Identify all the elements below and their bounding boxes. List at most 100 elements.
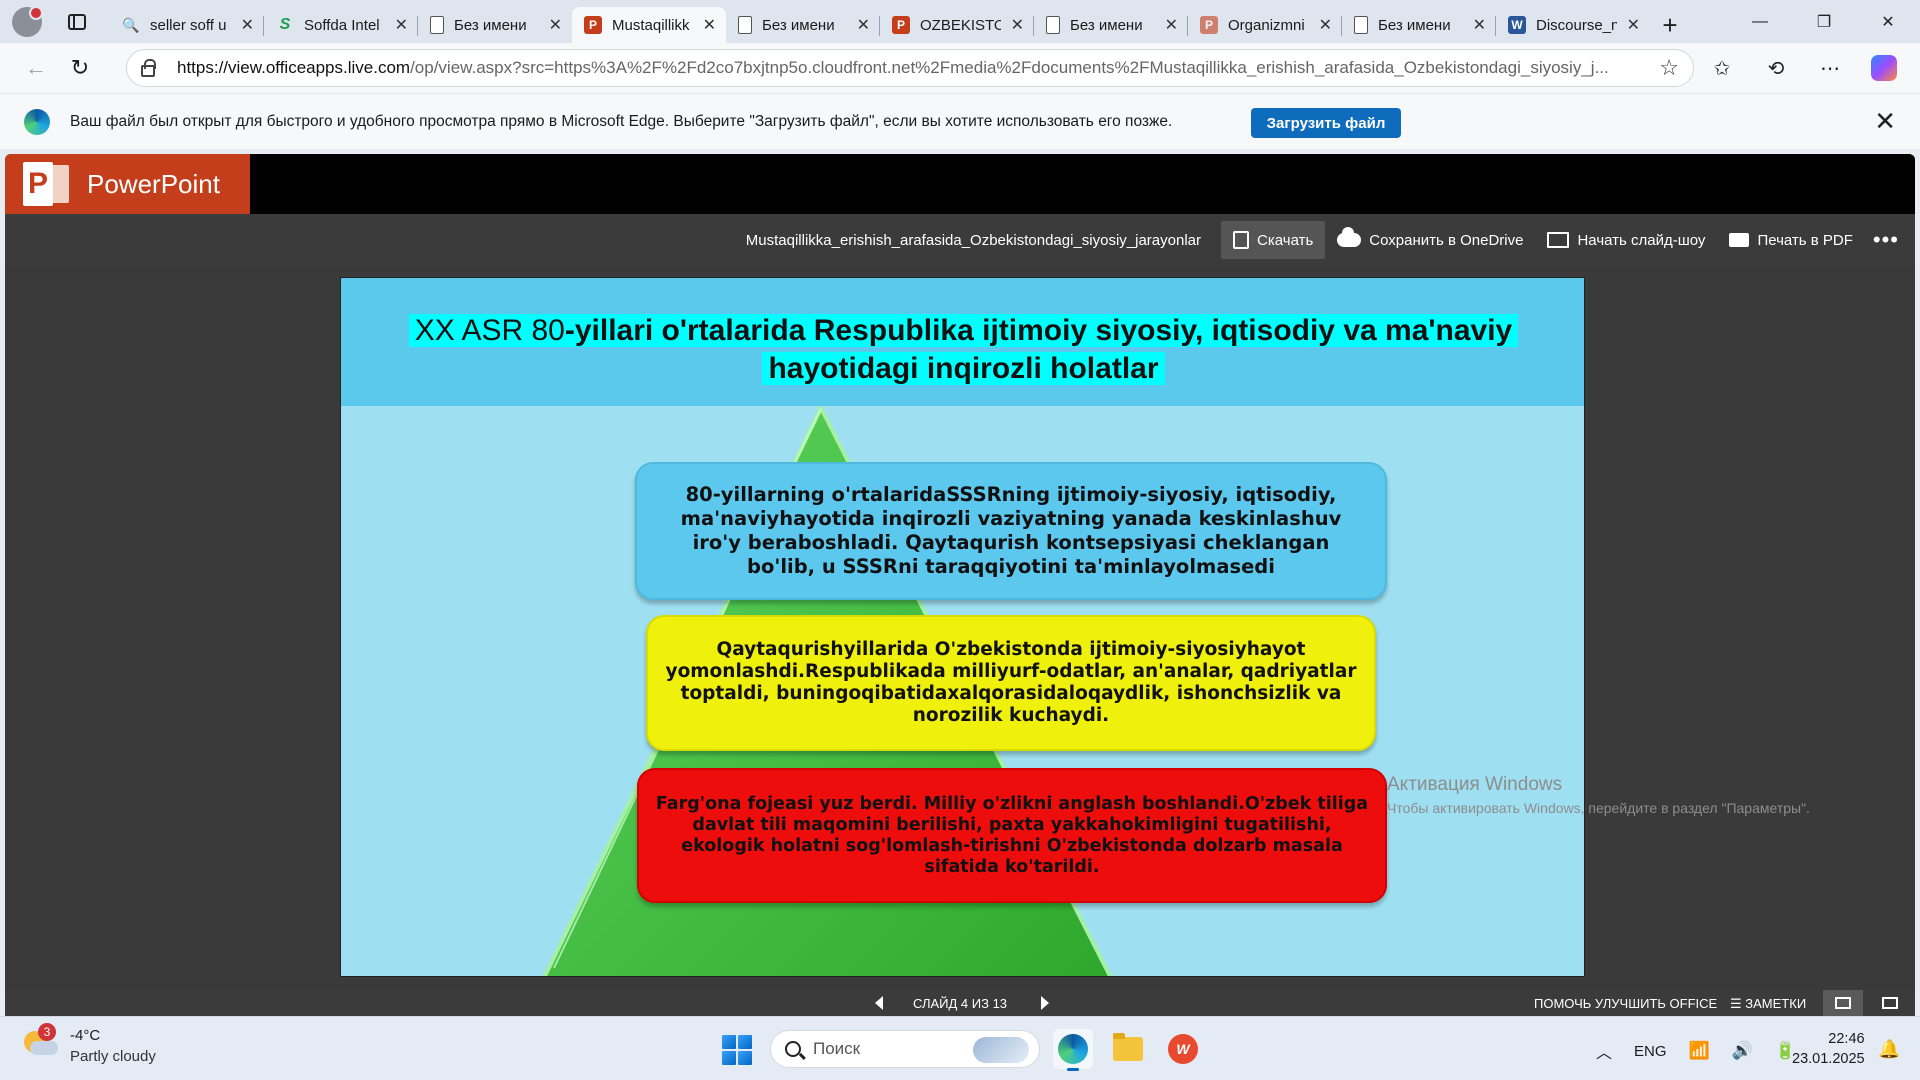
notes-button[interactable]: ☰ ЗАМЕТКИ: [1730, 996, 1806, 1012]
save-onedrive-button[interactable]: Сохранить в OneDrive: [1325, 221, 1535, 259]
tab-9[interactable]: W Discourse_n ✕: [1496, 7, 1650, 43]
taskbar-wps[interactable]: W: [1163, 1029, 1203, 1069]
start-button[interactable]: [722, 1035, 752, 1065]
clock-date: 23.01.2025: [1792, 1051, 1865, 1067]
tab-3-active[interactable]: P Mustaqillikk ✕: [572, 7, 726, 43]
tabstrip-left: [0, 0, 110, 43]
notes-label: ЗАМЕТКИ: [1745, 996, 1807, 1011]
brand-bar: P PowerPoint: [5, 154, 1915, 214]
tab-close-icon[interactable]: ✕: [549, 15, 562, 35]
box-middle-text: Qaytaqurishyillarida O'zbekistonda ijtim…: [665, 639, 1357, 726]
history-icon[interactable]: ⟲: [1754, 48, 1798, 88]
tab-8[interactable]: Без имени ✕: [1342, 7, 1496, 43]
tab-6[interactable]: Без имени ✕: [1034, 7, 1188, 43]
print-pdf-button[interactable]: Печать в PDF: [1717, 221, 1864, 259]
partly-cloudy-icon: 3: [22, 1023, 58, 1057]
prev-slide-icon[interactable]: [875, 996, 883, 1010]
taskbar-edge[interactable]: [1053, 1029, 1093, 1071]
info-message: Ваш файл был открыт для быстрого и удобн…: [70, 112, 1173, 130]
close-icon[interactable]: ✕: [1874, 106, 1896, 137]
system-tray: ︿ ENG 📶 🔊 🔋: [1596, 1039, 1796, 1063]
notification-bell-icon[interactable]: 🔔: [1878, 1039, 1900, 1060]
favorites-icon[interactable]: ✩: [1700, 48, 1744, 88]
search-highlight-image: [973, 1037, 1029, 1063]
tab-close-icon[interactable]: ✕: [1165, 15, 1178, 35]
weather-badge: 3: [38, 1023, 56, 1041]
tab-title: Без имени: [1070, 16, 1143, 34]
slideshow-icon: [1547, 232, 1570, 248]
help-improve-office-link[interactable]: ПОМОЧЬ УЛУЧШИТЬ OFFICE: [1534, 996, 1717, 1011]
tab-close-icon[interactable]: ✕: [241, 15, 254, 35]
tab-title: Discourse_n: [1536, 16, 1617, 34]
download-file-button[interactable]: Загрузить файл: [1251, 108, 1401, 138]
url-path: /op/view.aspx?src=https%3A%2F%2Fd2co7bxj…: [410, 58, 1609, 77]
minimize-icon[interactable]: —: [1728, 0, 1792, 43]
tab-strip: 🔍 seller soff u ✕ S Soffda Intel ✕ Без и…: [0, 0, 1920, 43]
taskbar-search[interactable]: Поиск: [770, 1030, 1040, 1068]
tab-close-icon[interactable]: ✕: [1011, 15, 1024, 35]
language-indicator[interactable]: ENG: [1634, 1043, 1667, 1060]
download-button[interactable]: Скачать: [1221, 221, 1326, 259]
settings-more-icon[interactable]: ⋯: [1808, 48, 1852, 88]
document-icon: [1046, 16, 1060, 34]
watermark-subtitle: Чтобы активировать Windows, перейдите в …: [1387, 800, 1810, 816]
next-slide-icon[interactable]: [1041, 996, 1049, 1010]
chevron-up-icon[interactable]: ︿: [1596, 1039, 1612, 1063]
favorite-star-icon[interactable]: ☆: [1659, 55, 1679, 81]
weather-widget[interactable]: 3 -4°C Partly cloudy: [22, 1023, 156, 1065]
tab-title: Soffda Intel: [304, 16, 380, 34]
clock-time: 22:46: [1828, 1031, 1865, 1047]
close-window-icon[interactable]: ✕: [1856, 0, 1920, 43]
weather-temp: -4°C: [70, 1027, 101, 1044]
tab-close-icon[interactable]: ✕: [1627, 15, 1640, 35]
slideshow-label: Начать слайд-шоу: [1577, 231, 1706, 249]
powerpoint-logo-icon: P: [23, 162, 69, 206]
new-tab-button[interactable]: +: [1650, 7, 1690, 43]
tab-1[interactable]: S Soffda Intel ✕: [264, 7, 418, 43]
tab-close-icon[interactable]: ✕: [1473, 15, 1486, 35]
reading-view-button[interactable]: [1823, 990, 1863, 1016]
start-slideshow-button[interactable]: Начать слайд-шоу: [1535, 221, 1717, 259]
tab-close-icon[interactable]: ✕: [703, 15, 716, 35]
back-arrow-icon[interactable]: ←: [14, 48, 58, 88]
refresh-icon[interactable]: ↻: [58, 48, 102, 88]
profile-avatar[interactable]: [12, 5, 43, 37]
slide-title-main: -yillari o'rtalarida Respublika ijtimoiy…: [564, 314, 1513, 385]
tab-close-icon[interactable]: ✕: [857, 15, 870, 35]
powerpoint-icon: P: [892, 16, 910, 34]
pyramid-box-top: 80-yillarning o'rtalaridaSSSRning ijtimo…: [635, 462, 1387, 600]
tab-2[interactable]: Без имени ✕: [418, 7, 572, 43]
restore-icon[interactable]: ❐: [1792, 0, 1856, 43]
more-options-icon[interactable]: •••: [1873, 227, 1899, 253]
slide-title: XX ASR 80-yillari o'rtalarida Respublika…: [408, 314, 1519, 385]
tab-4[interactable]: Без имени ✕: [726, 7, 880, 43]
tab-close-icon[interactable]: ✕: [1319, 15, 1332, 35]
search-icon: 🔍: [122, 16, 140, 33]
url-text[interactable]: https://view.officeapps.live.com/op/view…: [177, 58, 1659, 78]
powerpoint-brand[interactable]: P PowerPoint: [5, 154, 250, 214]
tab-title: seller soff u: [150, 16, 227, 34]
tab-5[interactable]: P OZBEKISTO ✕: [880, 7, 1034, 43]
pyramid-box-middle: Qaytaqurishyillarida O'zbekistonda ijtim…: [646, 615, 1376, 751]
screen-icon: [1882, 997, 1898, 1009]
clock[interactable]: 22:46 23.01.2025: [1792, 1029, 1865, 1069]
word-icon: W: [1508, 16, 1526, 34]
slide-title-prefix: XX ASR 80: [414, 314, 565, 347]
taskbar-file-explorer[interactable]: [1108, 1029, 1148, 1069]
save-onedrive-label: Сохранить в OneDrive: [1369, 231, 1524, 249]
wifi-icon[interactable]: 📶: [1689, 1041, 1710, 1061]
lock-icon[interactable]: [141, 58, 156, 77]
slideshow-view-button[interactable]: [1873, 990, 1907, 1016]
volume-icon[interactable]: 🔊: [1732, 1041, 1753, 1061]
powerpoint-viewer: P PowerPoint Mustaqillikka_erishish_araf…: [5, 154, 1915, 1016]
tab-7[interactable]: P Organizmni ✕: [1188, 7, 1342, 43]
slide-canvas: XX ASR 80-yillari o'rtalarida Respublika…: [340, 277, 1585, 977]
taskbar: 3 -4°C Partly cloudy Поиск W ︿ ENG 📶 🔊 🔋…: [0, 1016, 1920, 1080]
copilot-icon[interactable]: [1862, 48, 1906, 88]
tab-0[interactable]: 🔍 seller soff u ✕: [110, 7, 264, 43]
tab-title: Без имени: [454, 16, 527, 34]
tab-close-icon[interactable]: ✕: [395, 15, 408, 35]
tab-actions-icon[interactable]: [68, 13, 86, 30]
url-field[interactable]: https://view.officeapps.live.com/op/view…: [126, 49, 1694, 87]
search-icon: [785, 1041, 801, 1057]
